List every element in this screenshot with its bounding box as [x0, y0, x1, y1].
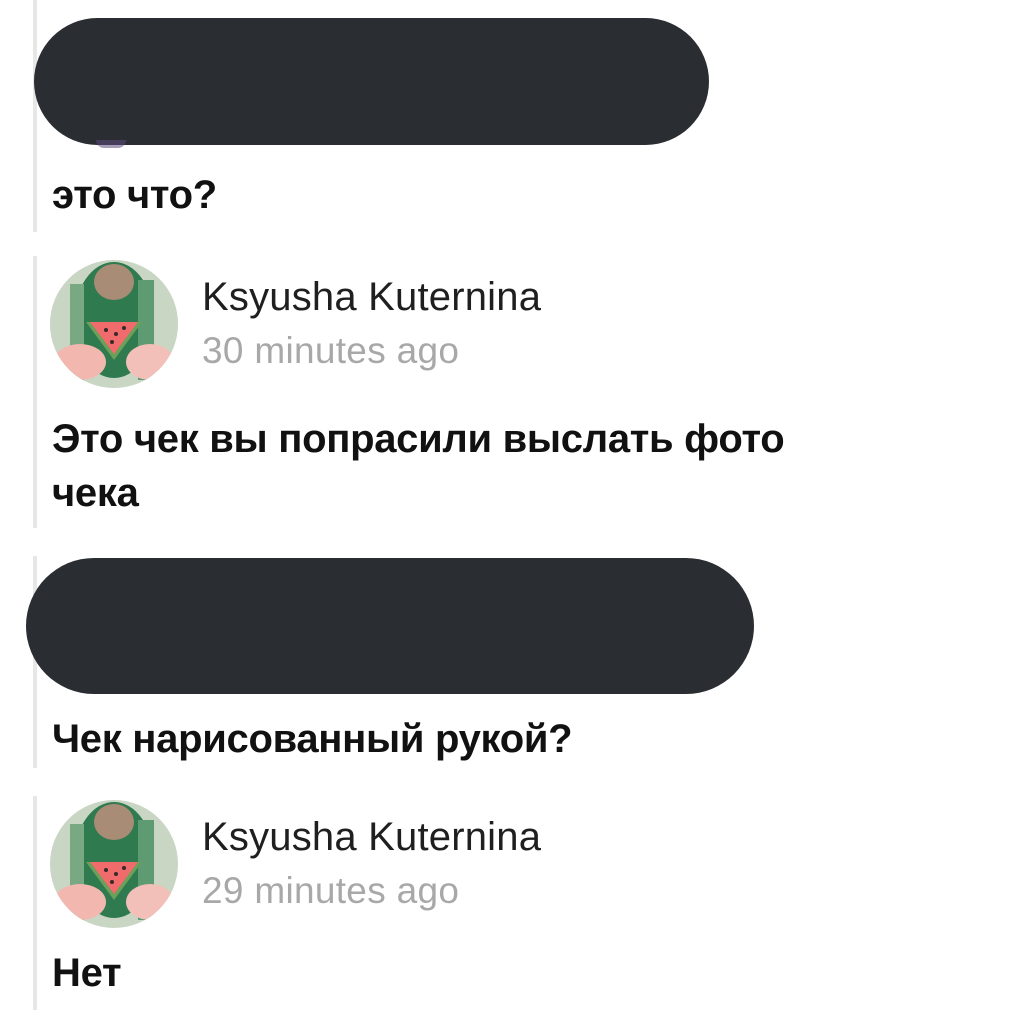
- message-text: Нет: [52, 951, 122, 995]
- timestamp: 29 minutes ago: [202, 870, 460, 911]
- timestamp: 30 minutes ago: [202, 330, 460, 371]
- message-text: это что?: [52, 173, 217, 217]
- watermelon-photo-avatar-icon: [50, 260, 178, 388]
- user-avatar[interactable]: [50, 800, 178, 928]
- message-text: Чек нарисованный рукой?: [52, 717, 573, 761]
- message-text: Это чек вы попрасили выслать фото чека: [52, 417, 785, 515]
- watermelon-photo-avatar-icon: [50, 800, 178, 928]
- redacted-author-header: [34, 18, 709, 145]
- redacted-author-header: [26, 558, 754, 694]
- avatar-edge: [96, 140, 126, 148]
- author-name[interactable]: Ksyusha Kuternina: [202, 275, 541, 320]
- thread-line: [33, 0, 37, 232]
- user-avatar[interactable]: [50, 260, 178, 388]
- author-name[interactable]: Ksyusha Kuternina: [202, 815, 541, 860]
- thread-line: [33, 796, 37, 1010]
- thread-line: [33, 256, 37, 528]
